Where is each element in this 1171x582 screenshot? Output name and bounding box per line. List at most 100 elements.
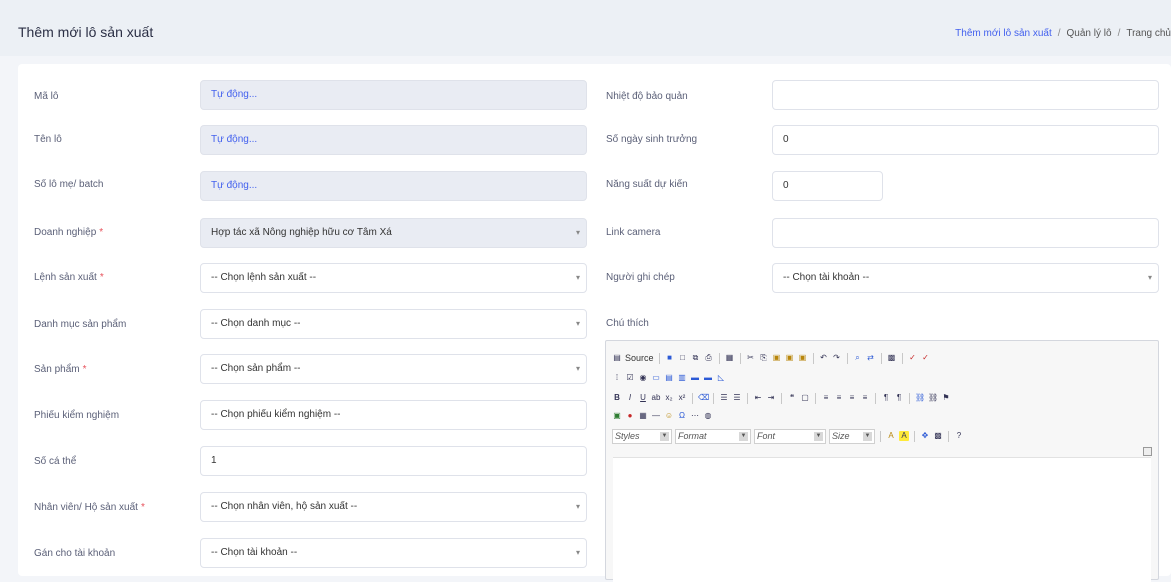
textfield-icon[interactable]: ▭ xyxy=(651,373,661,383)
checkbox-icon[interactable]: ☑ xyxy=(625,373,635,383)
indent-icon[interactable]: ⇥ xyxy=(766,393,776,403)
blockquote-icon[interactable]: ❝ xyxy=(787,393,797,403)
lot-code-label: Mã lô xyxy=(34,91,59,102)
font-combo[interactable]: Font ▼ xyxy=(754,428,826,444)
copy-icon[interactable]: ⎘ xyxy=(759,353,769,363)
numbered-list-icon[interactable]: ☰ xyxy=(719,393,729,403)
production-order-select[interactable]: -- Chọn lệnh sản xuất -- ▾ xyxy=(200,263,587,293)
remove-format-icon[interactable]: ⌫ xyxy=(698,393,709,403)
superscript-icon[interactable]: x² xyxy=(677,393,687,403)
radio-icon[interactable]: ◉ xyxy=(638,373,648,383)
breadcrumb-current[interactable]: Thêm mới lô sản xuất xyxy=(955,28,1052,39)
paste-text-icon[interactable]: ▣ xyxy=(785,353,795,363)
enterprise-label: Doanh nghiệp * xyxy=(34,227,104,238)
text-color-icon[interactable]: A xyxy=(886,431,896,441)
ltr-icon[interactable]: ¶ xyxy=(881,393,891,403)
undo-icon[interactable]: ↶ xyxy=(819,353,829,363)
bold-icon[interactable]: B xyxy=(612,393,622,403)
breadcrumb-separator: / xyxy=(1117,28,1121,39)
toolbar-separator xyxy=(718,352,720,364)
paste-icon[interactable]: ▣ xyxy=(772,353,782,363)
show-blocks-icon[interactable]: ▩ xyxy=(933,431,943,441)
format-combo[interactable]: Format ▼ xyxy=(675,428,751,444)
italic-icon[interactable]: I xyxy=(625,393,635,403)
background-color-icon[interactable]: A xyxy=(899,431,909,441)
align-justify-icon[interactable]: ≡ xyxy=(860,393,870,403)
breadcrumb: Thêm mới lô sản xuất / Quản lý lô / Trang ch… xyxy=(955,28,1171,39)
parent-lot-input[interactable]: Tự động... xyxy=(200,171,587,201)
print-icon[interactable]: ⎙ xyxy=(704,353,714,363)
staff-household-select[interactable]: -- Chọn nhân viên, hộ sản xuất -- ▾ xyxy=(200,492,587,522)
align-right-icon[interactable]: ≡ xyxy=(847,393,857,403)
spellcheck-icon[interactable]: ✓ xyxy=(908,353,918,363)
editor-content-area[interactable] xyxy=(613,457,1151,582)
anchor-icon[interactable]: ⚑ xyxy=(941,393,951,403)
strikethrough-icon[interactable]: ab xyxy=(651,393,661,403)
spellcheck-dropdown-icon[interactable]: ✓ xyxy=(921,353,931,363)
preview-icon[interactable]: ⧉ xyxy=(691,353,701,363)
staff-household-label: Nhân viên/ Hộ sản xuất * xyxy=(34,502,145,513)
underline-icon[interactable]: U xyxy=(638,393,648,403)
lot-code-input[interactable]: Tự động... xyxy=(200,80,587,110)
expected-yield-input[interactable]: 0 xyxy=(772,171,883,201)
table-icon[interactable]: ▦ xyxy=(638,411,648,421)
toolbar-separator xyxy=(880,430,881,442)
templates-icon[interactable]: ▦ xyxy=(725,353,735,363)
storage-temp-input[interactable] xyxy=(772,80,1159,110)
unlink-icon[interactable]: ⛓ xyxy=(928,393,938,403)
source-button[interactable]: Source xyxy=(625,353,654,363)
find-icon[interactable]: ⌕ xyxy=(853,353,863,363)
assign-account-select[interactable]: -- Chọn tài khoản -- ▾ xyxy=(200,538,587,568)
align-center-icon[interactable]: ≡ xyxy=(834,393,844,403)
redo-icon[interactable]: ↷ xyxy=(832,353,842,363)
maximize-icon[interactable]: ✥ xyxy=(920,431,930,441)
chevron-down-icon: ▾ xyxy=(575,364,580,373)
test-certificate-select[interactable]: -- Chọn phiếu kiểm nghiệm -- xyxy=(200,400,587,430)
hidden-field-icon[interactable]: ◺ xyxy=(716,373,726,383)
growth-days-input[interactable]: 0 xyxy=(772,125,1159,155)
rtl-icon[interactable]: ¶ xyxy=(894,393,904,403)
page-break-icon[interactable]: ⋯ xyxy=(690,411,700,421)
new-page-icon[interactable]: □ xyxy=(678,353,688,363)
iframe-icon[interactable]: ◍ xyxy=(703,411,713,421)
breadcrumb-manage-lots[interactable]: Quản lý lô xyxy=(1067,28,1112,39)
individual-count-input[interactable]: 1 xyxy=(200,446,587,476)
horizontal-line-icon[interactable]: — xyxy=(651,411,661,421)
replace-icon[interactable]: ⇄ xyxy=(866,353,876,363)
styles-combo[interactable]: Styles ▼ xyxy=(612,428,672,444)
align-left-icon[interactable]: ≡ xyxy=(821,393,831,403)
paste-word-icon[interactable]: ▣ xyxy=(798,353,808,363)
lot-name-input[interactable]: Tự động... xyxy=(200,125,587,155)
editor-toolbar-row-2: ⁞ ☑ ◉ ▭ ▤ ▥ ▬ ▬ ◺ xyxy=(612,371,726,385)
div-container-icon[interactable]: ▢ xyxy=(800,393,810,403)
subscript-icon[interactable]: x₂ xyxy=(664,393,674,403)
recorder-select[interactable]: -- Chọn tài khoản -- ▾ xyxy=(772,263,1159,293)
collapse-toolbar-icon[interactable] xyxy=(1143,447,1152,456)
special-char-icon[interactable]: Ω xyxy=(677,411,687,421)
bulleted-list-icon[interactable]: ☰ xyxy=(732,393,742,403)
flash-icon[interactable]: ● xyxy=(625,411,635,421)
product-select[interactable]: -- Chọn sản phẩm -- ▾ xyxy=(200,354,587,384)
form-icon[interactable]: ⁞ xyxy=(612,373,622,383)
chevron-down-icon: ▼ xyxy=(814,431,823,441)
breadcrumb-home[interactable]: Trang chủ xyxy=(1126,28,1171,39)
page-title: Thêm mới lô sản xuất xyxy=(18,24,154,40)
outdent-icon[interactable]: ⇤ xyxy=(753,393,763,403)
toolbar-separator xyxy=(948,430,949,442)
select-all-icon[interactable]: ▩ xyxy=(887,353,897,363)
select-field-icon[interactable]: ▥ xyxy=(677,373,687,383)
smiley-icon[interactable]: ☺ xyxy=(664,411,674,421)
help-icon[interactable]: ? xyxy=(954,431,964,441)
enterprise-select[interactable]: Hợp tác xã Nông nghiệp hữu cơ Tâm Xá ▾ xyxy=(200,218,587,248)
button-field-icon[interactable]: ▬ xyxy=(690,373,700,383)
product-category-select[interactable]: -- Chọn danh mục -- ▾ xyxy=(200,309,587,339)
image-icon[interactable]: ▣ xyxy=(612,411,622,421)
cut-icon[interactable]: ✂ xyxy=(746,353,756,363)
link-icon[interactable]: ⛓ xyxy=(915,393,925,403)
image-button-icon[interactable]: ▬ xyxy=(703,373,713,383)
save-icon[interactable]: ■ xyxy=(665,353,675,363)
textarea-icon[interactable]: ▤ xyxy=(664,373,674,383)
camera-link-input[interactable] xyxy=(772,218,1159,248)
product-category-label: Danh mục sản phẩm xyxy=(34,319,127,330)
size-combo[interactable]: Size ▼ xyxy=(829,428,875,444)
